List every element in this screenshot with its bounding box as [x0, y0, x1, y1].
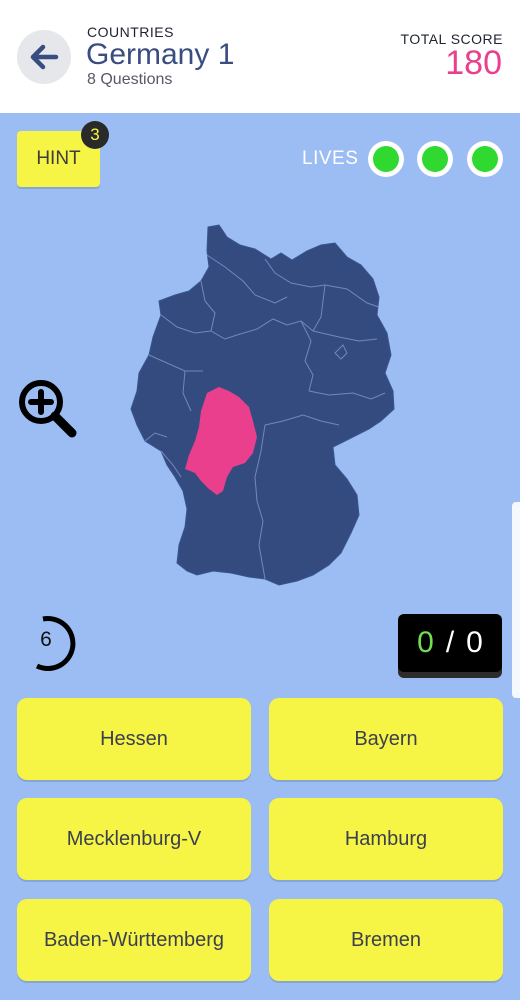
- life-indicator: [467, 141, 503, 177]
- correct-count: 0: [417, 626, 434, 659]
- back-button[interactable]: [17, 30, 71, 84]
- answer-label: Hamburg: [344, 827, 428, 850]
- hint-count-badge: 3: [81, 121, 109, 149]
- answer-label: Baden-Württemberg: [43, 928, 225, 951]
- answer-button[interactable]: Bremen: [269, 899, 503, 981]
- life-indicator: [368, 141, 404, 177]
- answer-button[interactable]: Hessen: [17, 698, 251, 780]
- arrow-left-icon: [30, 44, 59, 70]
- answer-label: Mecklenburg-V: [66, 827, 202, 850]
- score-counter: 0 / 0: [398, 614, 502, 672]
- question-count: 8 Questions: [87, 71, 173, 88]
- answer-button[interactable]: Bayern: [269, 698, 503, 780]
- total-score-value: 180: [445, 44, 502, 82]
- answer-button[interactable]: Mecklenburg-V: [17, 798, 251, 880]
- answer-button[interactable]: Baden-Württemberg: [17, 899, 251, 981]
- answer-button[interactable]: Hamburg: [269, 798, 503, 880]
- answer-label: Bayern: [354, 727, 418, 750]
- life-dot: [373, 146, 399, 172]
- life-dot: [422, 146, 448, 172]
- germany-outline: [130, 224, 395, 586]
- edge-scroll-handle[interactable]: [512, 502, 520, 698]
- lives-label: LIVES: [302, 148, 359, 169]
- life-indicator: [417, 141, 453, 177]
- zoom-in-icon[interactable]: [14, 375, 78, 439]
- page-title: Germany 1: [86, 38, 235, 71]
- germany-map: [130, 224, 395, 586]
- timer-value: 6: [40, 628, 52, 651]
- answer-label: Hessen: [100, 727, 168, 750]
- total-count: 0: [466, 626, 483, 659]
- answer-label: Bremen: [350, 928, 422, 951]
- life-dot: [472, 146, 498, 172]
- counter-separator: /: [445, 626, 455, 659]
- header-bar: COUNTRIES Germany 1 8 Questions TOTAL SC…: [0, 0, 520, 113]
- hint-label: HINT: [36, 148, 81, 169]
